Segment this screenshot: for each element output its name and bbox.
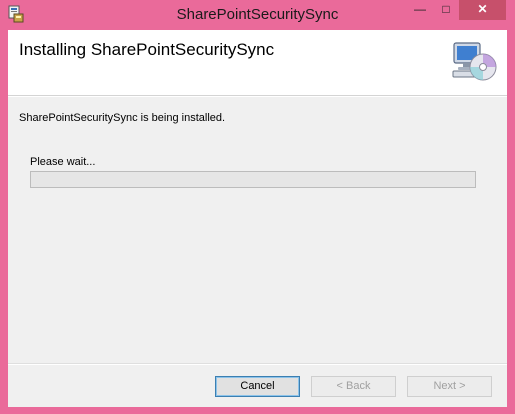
title-bar[interactable]: SharePointSecuritySync — □ ✕ (0, 0, 515, 30)
please-wait-label: Please wait... (30, 156, 96, 168)
installer-window: SharePointSecuritySync — □ ✕ Installing … (0, 0, 515, 414)
next-button[interactable]: Next > (407, 376, 492, 397)
minimize-button[interactable]: — (407, 0, 433, 20)
computer-disc-icon (451, 39, 497, 85)
back-button[interactable]: < Back (311, 376, 396, 397)
header-banner: Installing SharePointSecuritySync (8, 30, 507, 96)
cancel-button[interactable]: Cancel (215, 376, 300, 397)
install-progress-bar (30, 171, 476, 188)
dialog-client-area: Installing SharePointSecuritySync ShareP… (8, 30, 507, 407)
close-button[interactable]: ✕ (459, 0, 506, 20)
maximize-button[interactable]: □ (433, 0, 459, 20)
footer-divider (8, 363, 507, 365)
banner-divider (8, 96, 507, 97)
page-title: Installing SharePointSecuritySync (19, 40, 275, 59)
install-status-text: SharePointSecuritySync is being installe… (19, 112, 226, 124)
